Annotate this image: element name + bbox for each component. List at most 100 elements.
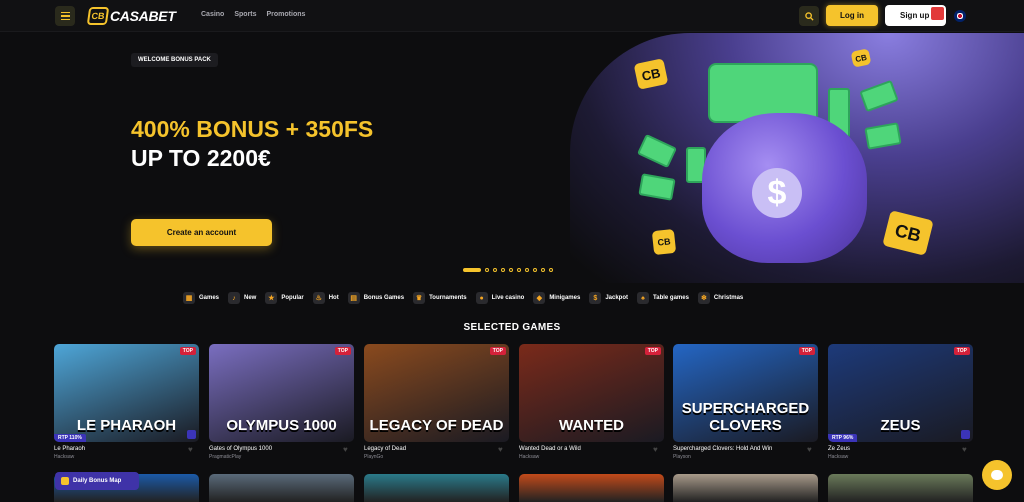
category-games[interactable]: ▦ Games xyxy=(183,292,219,304)
category-label: Popular xyxy=(281,295,304,301)
category-label: Bonus Games xyxy=(363,295,405,301)
games-icon: ▦ xyxy=(183,292,195,304)
carousel-dot[interactable] xyxy=(525,268,529,272)
game-thumbnail[interactable]: SUPERCHARGED CLOVERS TOP xyxy=(673,344,818,442)
search-button[interactable] xyxy=(799,6,819,26)
nav-sports[interactable]: Sports xyxy=(234,11,256,18)
minigames-icon: ◆ xyxy=(533,292,546,304)
game-art-title: LE PHARAOH xyxy=(76,417,177,434)
top-badge: TOP xyxy=(644,347,661,355)
game-thumbnail[interactable] xyxy=(209,474,354,502)
nav-promotions[interactable]: Promotions xyxy=(267,11,306,18)
logo-mark: CB xyxy=(86,7,110,25)
carousel-dot[interactable] xyxy=(549,268,553,272)
heart-icon[interactable]: ♥ xyxy=(343,446,352,454)
top-badge: TOP xyxy=(798,347,815,355)
bonus-icon: ▤ xyxy=(347,292,360,304)
game-provider: Hacksaw xyxy=(519,454,540,460)
heart-icon[interactable]: ♥ xyxy=(188,446,197,454)
user-icon xyxy=(187,430,196,439)
category-tournaments[interactable]: ♛ Tournaments xyxy=(413,292,467,304)
star-icon: ★ xyxy=(265,292,278,304)
game-provider: PlaynGo xyxy=(364,454,384,460)
game-card[interactable]: LEGACY OF DEAD TOP Legacy of Dead PlaynG… xyxy=(364,344,509,460)
carousel-dot[interactable] xyxy=(493,268,497,272)
game-name[interactable]: Ze Zeus xyxy=(828,446,973,452)
game-name[interactable]: Legacy of Dead xyxy=(364,446,509,452)
cards-icon: ♠ xyxy=(637,292,650,304)
top-badge: TOP xyxy=(489,347,506,355)
carousel-dot[interactable] xyxy=(517,268,521,272)
game-name[interactable]: Gates of Olympus 1000 xyxy=(209,446,354,452)
game-thumbnail[interactable] xyxy=(828,474,973,502)
chat-button[interactable] xyxy=(982,460,1012,490)
category-label: Jackpot xyxy=(605,295,629,301)
game-thumbnail[interactable]: ZEUS TOP RTP 96% xyxy=(828,344,973,442)
gift-icon xyxy=(931,7,944,20)
game-thumbnail[interactable] xyxy=(673,474,818,502)
category-bonus-games[interactable]: ▤ Bonus Games xyxy=(347,292,405,304)
category-minigames[interactable]: ◆ Minigames xyxy=(533,292,580,304)
game-art-title: OLYMPUS 1000 xyxy=(226,417,337,434)
game-art-title: LEGACY OF DEAD xyxy=(369,417,504,434)
nav-casino[interactable]: Casino xyxy=(201,11,224,18)
category-label: New xyxy=(244,295,257,301)
game-card[interactable]: ZEUS TOP RTP 96% Ze Zeus Hacksaw ♥ xyxy=(828,344,973,460)
dollar-icon: $ xyxy=(752,168,802,218)
game-card[interactable]: OLYMPUS 1000 TOP Gates of Olympus 1000 P… xyxy=(209,344,354,460)
category-popular[interactable]: ★ Popular xyxy=(265,292,304,304)
category-table-games[interactable]: ♠ Table games xyxy=(637,292,689,304)
category-new[interactable]: ♪ New xyxy=(228,292,256,304)
user-icon xyxy=(961,430,970,439)
category-bar: ▦ Games ♪ New ★ Popular ♨ Hot ▤ Bonus Games ♛ Tourn… xyxy=(183,292,743,304)
category-jackpot[interactable]: $ Jackpot xyxy=(589,292,628,304)
bonus-map-label: Daily Bonus Map xyxy=(73,478,122,484)
carousel-dot[interactable] xyxy=(501,268,505,272)
menu-icon[interactable] xyxy=(55,6,75,26)
daily-bonus-map-button[interactable]: Daily Bonus Map xyxy=(55,472,139,490)
carousel-dot[interactable] xyxy=(485,268,489,272)
category-label: Hot xyxy=(328,295,339,301)
create-account-button[interactable]: Create an account xyxy=(131,219,272,246)
game-thumbnail[interactable]: WANTED TOP xyxy=(519,344,664,442)
signup-button[interactable]: Sign up xyxy=(885,5,946,26)
game-art-title: SUPERCHARGED CLOVERS xyxy=(681,400,810,434)
heart-icon[interactable]: ♥ xyxy=(962,446,971,454)
uk-flag-icon[interactable] xyxy=(954,10,966,22)
game-card[interactable]: WANTED TOP Wanted Dead or a Wild Hacksaw… xyxy=(519,344,664,460)
game-card[interactable]: LE PHARAOH TOP RTP 110% Le Pharaoh Hacks… xyxy=(54,344,199,460)
carousel-dot[interactable] xyxy=(533,268,537,272)
heart-icon[interactable]: ♥ xyxy=(807,446,816,454)
category-hot[interactable]: ♨ Hot xyxy=(312,292,339,304)
game-thumbnail[interactable]: OLYMPUS 1000 TOP xyxy=(209,344,354,442)
live-icon: ● xyxy=(475,292,488,304)
carousel-dot[interactable] xyxy=(509,268,513,272)
category-christmas[interactable]: ❄ Christmas xyxy=(697,292,743,304)
fire-icon: ♨ xyxy=(312,292,325,304)
christmas-icon: ❄ xyxy=(697,292,710,304)
game-thumbnail[interactable]: LEGACY OF DEAD TOP xyxy=(364,344,509,442)
carousel-dot[interactable] xyxy=(463,268,481,272)
heart-icon[interactable]: ♥ xyxy=(498,446,507,454)
logo-text: CASABET xyxy=(110,8,176,24)
category-label: Tournaments xyxy=(429,295,467,301)
logo[interactable]: CB CASABET xyxy=(86,7,176,25)
game-name[interactable]: Le Pharaoh xyxy=(54,446,199,452)
heart-icon[interactable]: ♥ xyxy=(653,446,662,454)
search-icon xyxy=(804,11,814,21)
game-thumbnail[interactable]: LE PHARAOH TOP RTP 110% xyxy=(54,344,199,442)
login-button[interactable]: Log in xyxy=(826,5,878,26)
game-name[interactable]: Supercharged Clovers: Hold And Win xyxy=(673,446,818,452)
game-name[interactable]: Wanted Dead or a Wild xyxy=(519,446,664,452)
rtp-badge: RTP 110% xyxy=(54,434,86,442)
game-art-title: ZEUS xyxy=(880,417,921,434)
game-thumbnail[interactable] xyxy=(364,474,509,502)
category-live-casino[interactable]: ● Live casino xyxy=(475,292,524,304)
carousel-dot[interactable] xyxy=(541,268,545,272)
game-provider: PragmaticPlay xyxy=(209,454,242,460)
game-art-title: WANTED xyxy=(559,417,624,434)
game-thumbnail[interactable] xyxy=(519,474,664,502)
game-card[interactable]: SUPERCHARGED CLOVERS TOP Supercharged Cl… xyxy=(673,344,818,460)
main-nav: Casino Sports Promotions xyxy=(201,11,305,18)
category-label: Table games xyxy=(653,295,689,301)
